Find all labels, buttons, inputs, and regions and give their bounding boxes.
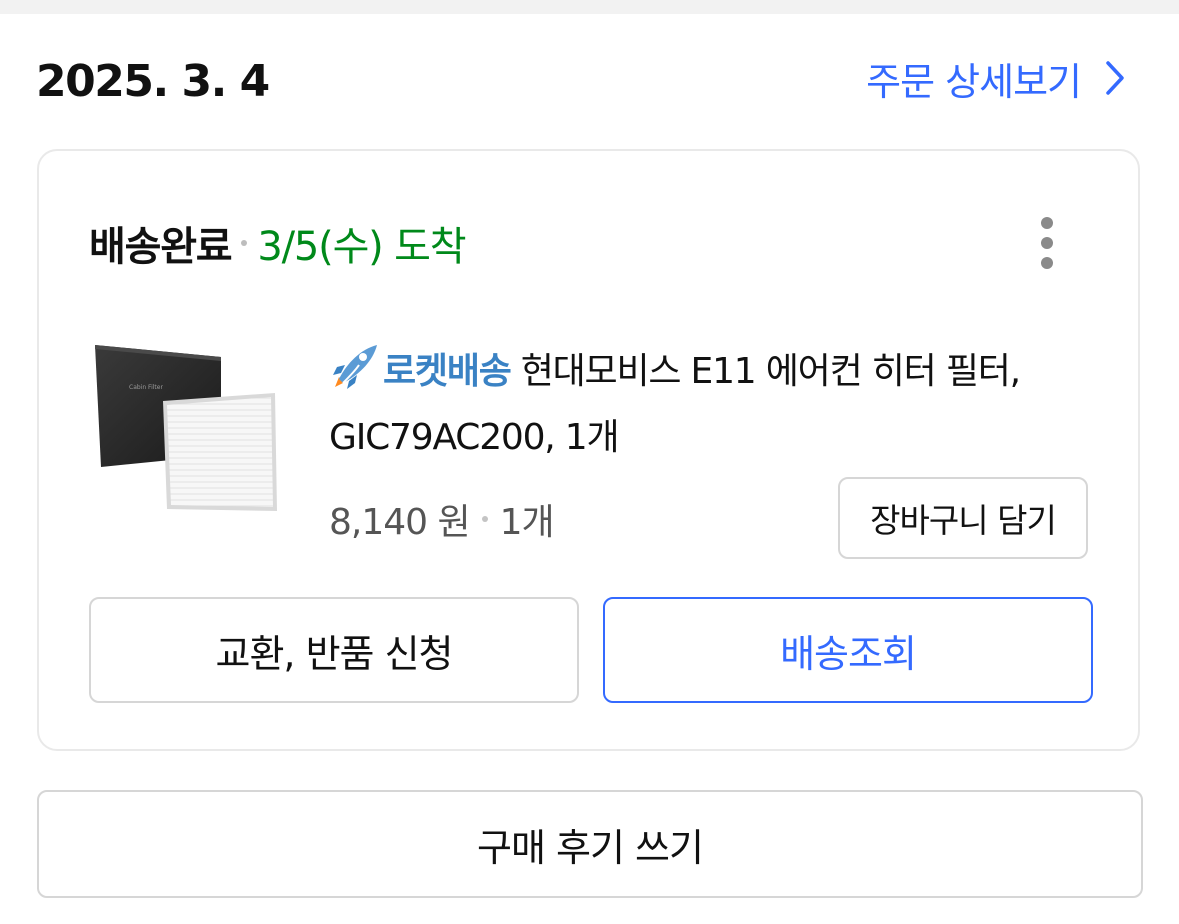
rocket-icon <box>333 345 377 389</box>
order-date: 2025. 3. 4 <box>36 56 270 107</box>
delivery-status: 배송완료 <box>89 224 233 270</box>
price-row: 8,140 원 1개 <box>329 491 555 547</box>
separator-dot <box>241 240 248 246</box>
product-thumbnail[interactable]: Cabin Filter <box>89 339 279 515</box>
arrival-date: 3/5(수) 도착 <box>257 224 466 270</box>
separator-dot <box>481 516 488 522</box>
chevron-right-icon <box>1106 61 1124 95</box>
product-price: 8,140 원 <box>329 502 471 543</box>
product-title[interactable]: 로켓배송 현대모비스 E11 에어컨 히터 필터, GIC79AC200, 1개 <box>329 339 1089 471</box>
product-quantity: 1개 <box>499 502 555 543</box>
track-delivery-button[interactable]: 배송조회 <box>603 597 1093 703</box>
order-detail-label: 주문 상세보기 <box>866 59 1082 104</box>
rocket-delivery-badge: 로켓배송 <box>383 351 512 392</box>
order-card: 배송완료 3/5(수) 도착 Cabin Filter 로켓배송 현대모비스 E… <box>37 149 1140 751</box>
order-detail-link[interactable]: 주문 상세보기 <box>866 48 1125 108</box>
top-divider <box>0 0 1179 14</box>
write-review-button[interactable]: 구매 후기 쓰기 <box>37 790 1143 898</box>
thumbnail-label: Cabin Filter <box>129 384 163 391</box>
delivery-status-row: 배송완료 3/5(수) 도착 <box>89 213 467 273</box>
more-options-icon[interactable] <box>1036 217 1058 269</box>
exchange-return-button[interactable]: 교환, 반품 신청 <box>89 597 579 703</box>
add-to-cart-button[interactable]: 장바구니 담기 <box>838 477 1088 559</box>
